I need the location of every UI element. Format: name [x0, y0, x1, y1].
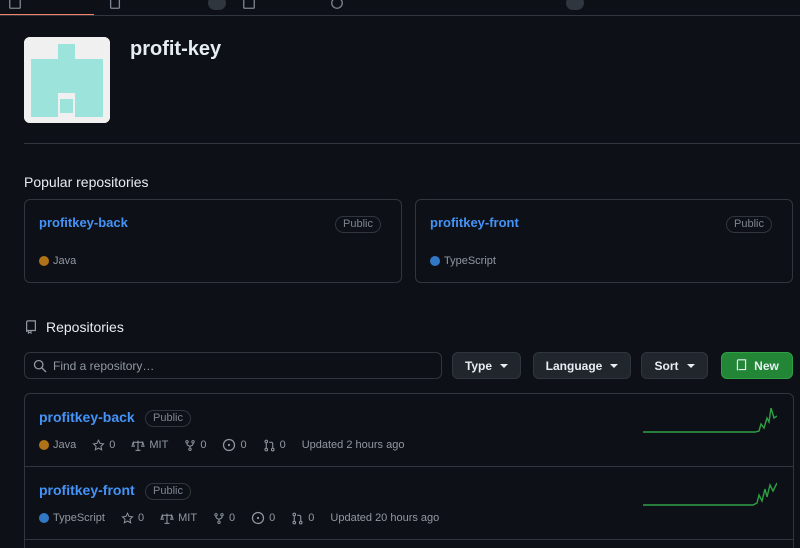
repo-search-box[interactable] — [24, 352, 442, 379]
visibility-badge: Public — [145, 483, 191, 500]
git-pull-request-icon — [292, 512, 303, 524]
tab-repositories[interactable] — [108, 0, 226, 14]
language-color-dot — [430, 256, 440, 266]
repo-icon — [108, 0, 122, 10]
caret-down-icon — [500, 363, 509, 368]
search-input[interactable] — [53, 358, 433, 373]
license: MIT — [160, 512, 197, 525]
type-filter-button[interactable]: Type — [452, 352, 521, 379]
stars-count[interactable]: 0 — [121, 511, 145, 525]
stars-count[interactable]: 0 — [92, 438, 116, 452]
repo-icon — [24, 320, 38, 334]
star-icon — [92, 438, 105, 451]
repo-plus-icon — [735, 359, 748, 372]
issues-value: 0 — [240, 439, 247, 451]
repo-language: TypeScript — [39, 512, 105, 524]
pull-requests-count[interactable]: 0 — [263, 439, 286, 452]
pinned-repo-link[interactable]: profitkey-back — [39, 215, 128, 230]
repo-meta: Java 0 MIT 0 0 0 Updated 2 hours ago — [39, 438, 420, 452]
caret-down-icon — [610, 363, 619, 368]
visibility-badge: Public — [335, 216, 381, 233]
repo-language: TypeScript — [430, 255, 496, 267]
language-name: Java — [53, 255, 77, 267]
repo-language: Java — [39, 255, 76, 267]
repo-list-item: profitkey-front Public TypeScript 0 MIT … — [25, 467, 793, 540]
updated-time: Updated 20 hours ago — [330, 512, 440, 524]
pull-requests-value: 0 — [279, 439, 286, 451]
org-nav-tabs — [0, 0, 800, 16]
popular-repositories-title: Popular repositories — [24, 174, 149, 190]
header-divider — [24, 143, 800, 144]
issue-opened-icon — [252, 511, 265, 525]
book-icon — [8, 0, 22, 10]
forks-count[interactable]: 0 — [184, 439, 206, 452]
law-icon — [160, 513, 174, 524]
tab-overview[interactable] — [8, 0, 22, 14]
type-filter-label: Type — [464, 358, 493, 373]
license-name: MIT — [149, 439, 169, 451]
language-color-dot — [39, 256, 49, 266]
stars-value: 0 — [109, 439, 116, 451]
updated-time: Updated 2 hours ago — [301, 439, 405, 451]
repositories-counter — [208, 0, 226, 10]
pinned-repo-link[interactable]: profitkey-front — [430, 215, 519, 230]
package-icon — [330, 0, 344, 10]
repo-list-item: profitkey-back Public Java 0 MIT 0 0 0 U… — [25, 394, 793, 467]
forks-count[interactable]: 0 — [213, 512, 235, 525]
git-pull-request-icon — [264, 439, 275, 451]
repo-language: Java — [39, 439, 76, 451]
language-name: Java — [53, 439, 77, 451]
sort-button[interactable]: Sort — [641, 352, 708, 379]
activity-sparkline — [643, 408, 777, 433]
pull-requests-count[interactable]: 0 — [291, 512, 314, 525]
law-icon — [131, 440, 146, 451]
tab-projects[interactable] — [242, 0, 256, 14]
search-icon — [33, 359, 47, 373]
table-icon — [242, 0, 256, 10]
language-name: TypeScript — [53, 512, 105, 524]
stars-value: 0 — [137, 512, 145, 524]
activity-sparkline — [643, 482, 777, 506]
pinned-repo-card: profitkey-front Public TypeScript — [415, 199, 793, 283]
issues-count[interactable]: 0 — [222, 438, 247, 452]
tab-people[interactable] — [566, 0, 584, 14]
language-name: TypeScript — [444, 255, 496, 267]
fork-icon — [214, 512, 224, 524]
active-tab-underline — [0, 14, 94, 15]
repo-name-link[interactable]: profitkey-back — [39, 409, 135, 425]
visibility-badge: Public — [726, 216, 772, 233]
issue-opened-icon — [223, 438, 236, 452]
caret-down-icon — [686, 363, 695, 368]
new-label: New — [754, 358, 779, 373]
pinned-repo-card: profitkey-back Public Java — [24, 199, 402, 283]
license: MIT — [131, 439, 168, 452]
license-name: MIT — [178, 512, 198, 524]
visibility-badge: Public — [145, 410, 191, 427]
fork-icon — [185, 439, 196, 451]
org-name: profit-key — [130, 38, 222, 60]
language-filter-button[interactable]: Language — [533, 352, 631, 379]
sort-label: Sort — [654, 358, 679, 373]
repo-name-link[interactable]: profitkey-front — [39, 482, 135, 498]
repositories-title: Repositories — [46, 319, 124, 335]
forks-value: 0 — [200, 439, 207, 451]
org-avatar — [24, 37, 110, 123]
repo-list: profitkey-back Public Java 0 MIT 0 0 0 U… — [24, 393, 794, 548]
tab-packages[interactable] — [330, 0, 344, 14]
star-icon — [121, 511, 134, 524]
issues-value: 0 — [269, 512, 276, 524]
issues-count[interactable]: 0 — [251, 511, 275, 525]
new-repo-button[interactable]: New — [721, 352, 793, 379]
language-filter-label: Language — [545, 358, 603, 373]
people-counter — [566, 0, 584, 10]
language-color-dot — [39, 513, 49, 523]
repositories-header: Repositories — [24, 319, 124, 335]
identicon-image — [24, 37, 110, 123]
pull-requests-value: 0 — [308, 512, 315, 524]
language-color-dot — [39, 440, 49, 450]
forks-value: 0 — [229, 512, 236, 524]
repo-meta: TypeScript 0 MIT 0 0 0 Updated 20 hours … — [39, 511, 455, 525]
